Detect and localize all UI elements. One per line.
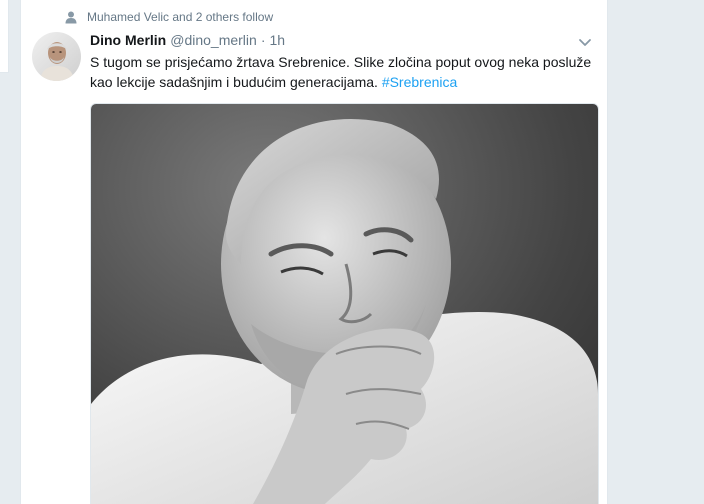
- author-avatar[interactable]: [32, 32, 81, 81]
- tweet-text: S tugom se prisjećamo žrtava Srebrenice.…: [90, 52, 600, 92]
- tweet-media-photo[interactable]: [90, 103, 599, 504]
- tweet-card[interactable]: Muhamed Velic and 2 others follow Dino M…: [20, 0, 608, 504]
- tweet-timestamp[interactable]: 1h: [270, 32, 286, 48]
- social-context-text: Muhamed Velic and 2 others follow: [87, 10, 274, 24]
- person-icon: [65, 11, 77, 24]
- chevron-down-icon[interactable]: [577, 34, 593, 50]
- left-column-panel: [0, 0, 9, 73]
- social-context: Muhamed Velic and 2 others follow: [65, 8, 273, 26]
- tweet-body-text: S tugom se prisjećamo žrtava Srebrenice.…: [90, 54, 592, 90]
- author-name[interactable]: Dino Merlin: [90, 32, 166, 48]
- right-column-background: [612, 0, 704, 504]
- header-separator: ·: [260, 32, 266, 48]
- author-handle[interactable]: @dino_merlin: [170, 32, 257, 48]
- tweet-header: Dino Merlin @dino_merlin · 1h: [90, 32, 593, 52]
- hashtag-link[interactable]: #Srebrenica: [382, 74, 458, 90]
